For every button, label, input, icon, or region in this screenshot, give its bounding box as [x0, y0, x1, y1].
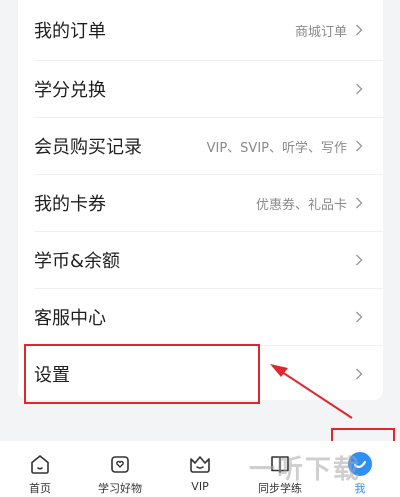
menu-item-my-coupons[interactable]: 我的卡券 优惠券、礼品卡 [18, 175, 383, 231]
chevron-right-icon [353, 309, 365, 325]
chevron-right-icon [353, 195, 365, 211]
menu-item-customer-service[interactable]: 客服中心 [18, 289, 383, 345]
chevron-right-icon [353, 252, 365, 268]
menu-item-label: 我的卡券 [34, 194, 106, 215]
tab-vip[interactable]: VIP [160, 441, 240, 497]
tab-label: 我 [354, 482, 366, 495]
chevron-right-icon [353, 81, 365, 97]
shopping-bag-icon [107, 451, 133, 477]
menu-item-detail: 优惠券、礼品卡 [255, 197, 347, 213]
menu-item-settings[interactable]: 设置 [18, 346, 383, 402]
menu-item-membership-records[interactable]: 会员购买记录 VIP、SVIP、听学、写作 [18, 118, 383, 174]
menu-item-label: 学分兑换 [34, 80, 106, 101]
tab-me[interactable]: 我 [320, 441, 400, 497]
menu-item-coins-balance[interactable]: 学币&余额 [18, 232, 383, 288]
tab-label: 学习好物 [98, 482, 142, 495]
chevron-right-icon [353, 22, 365, 38]
menu-card: 我的订单 商城订单 学分兑换 会员购买记录 VIP、SVIP、听学、写作 我的卡… [18, 0, 383, 400]
menu-item-detail: 商城订单 [294, 24, 347, 40]
tab-label: 同步学练 [258, 482, 302, 495]
menu-item-label: 设置 [34, 365, 70, 386]
menu-item-label: 会员购买记录 [34, 137, 142, 158]
menu-item-credit-exchange[interactable]: 学分兑换 [18, 61, 383, 117]
tab-sync-practice[interactable]: 同步学练 [240, 441, 320, 497]
menu-item-label: 学币&余额 [34, 251, 121, 272]
menu-item-label: 我的订单 [34, 21, 106, 42]
tab-home[interactable]: 首页 [0, 441, 80, 497]
menu-item-my-orders[interactable]: 我的订单 商城订单 [18, 0, 383, 60]
home-icon [27, 451, 53, 477]
tab-label: VIP [191, 480, 209, 493]
menu-item-label: 客服中心 [34, 308, 106, 329]
profile-icon [347, 451, 373, 477]
menu-item-detail: VIP、SVIP、听学、写作 [206, 140, 347, 156]
book-icon [267, 451, 293, 477]
tab-study-goods[interactable]: 学习好物 [80, 441, 160, 497]
bottom-tab-bar: 首页 学习好物 VIP 同步学练 我 [0, 441, 400, 497]
tab-label: 首页 [29, 482, 51, 495]
chevron-right-icon [353, 366, 365, 382]
crown-icon [187, 451, 213, 477]
chevron-right-icon [353, 138, 365, 154]
